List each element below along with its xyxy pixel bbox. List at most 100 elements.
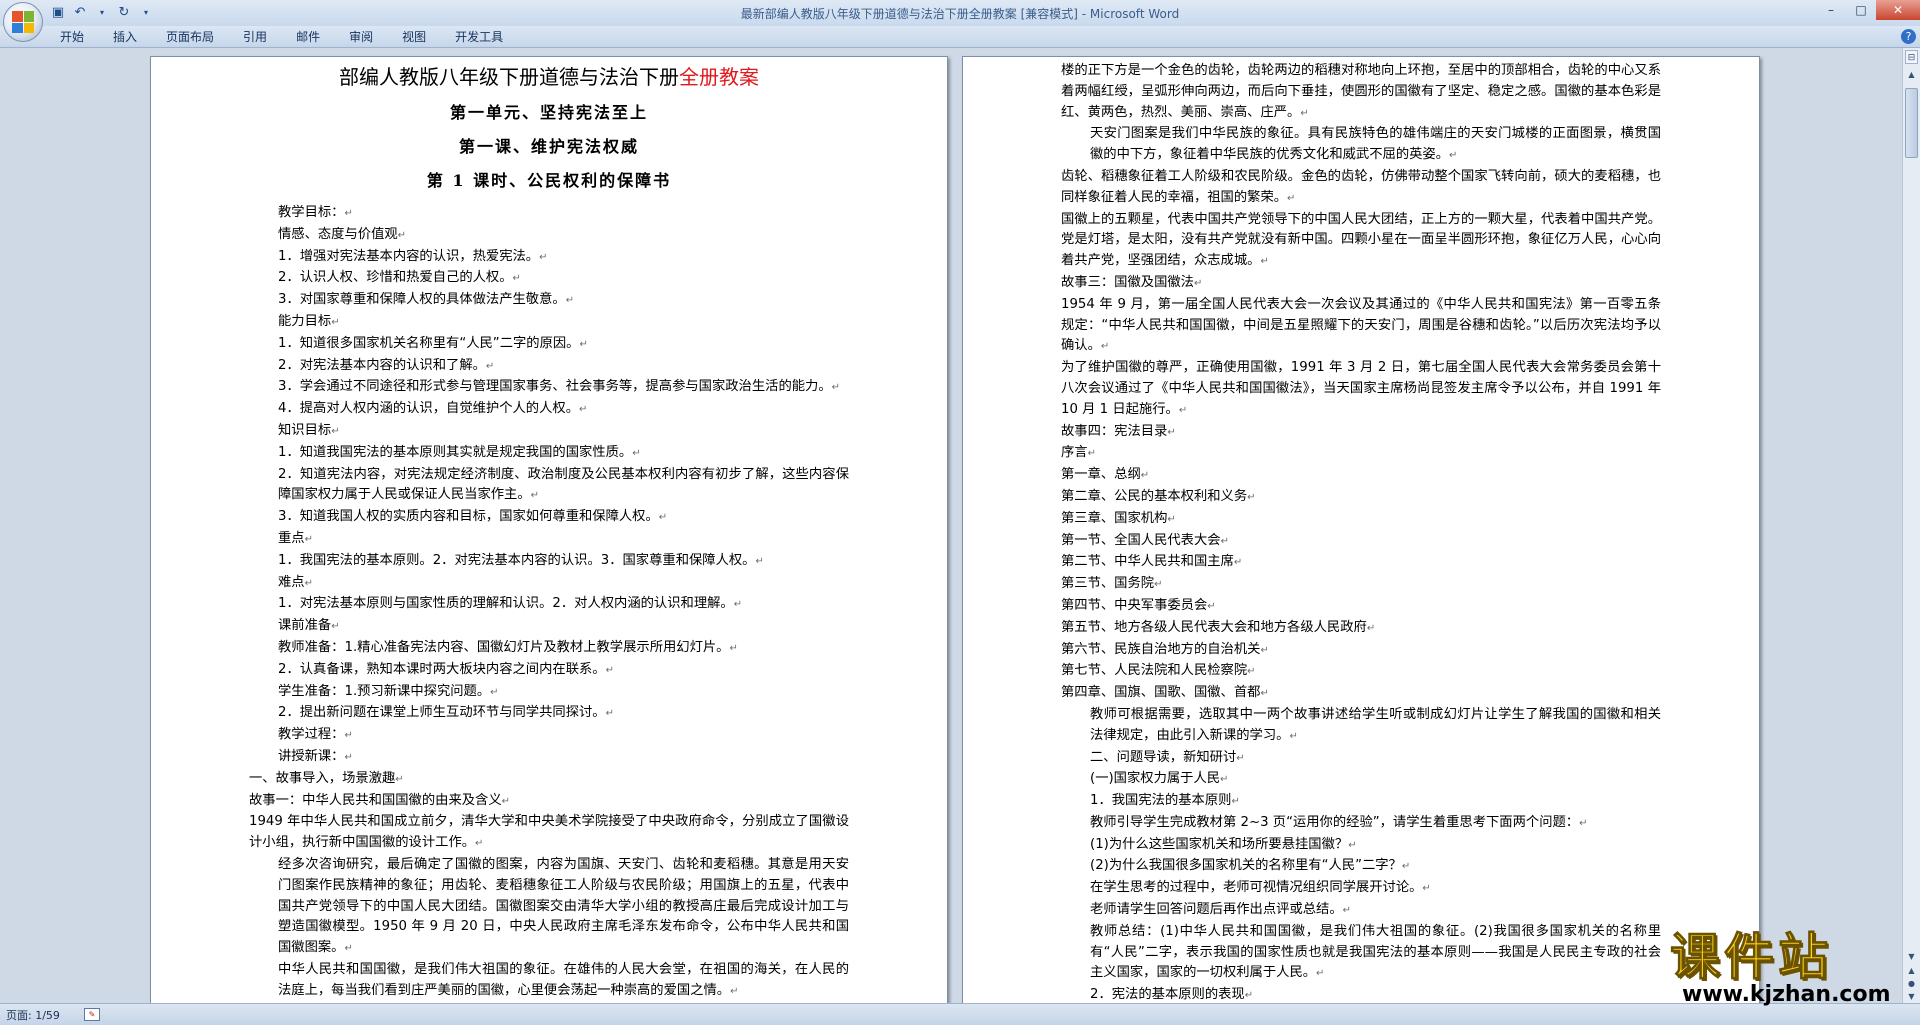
- paragraph-text: 国徽上的五颗星，代表中国共产党领导下的中国人民大团结，正上方的一颗大星，代表着中…: [1061, 211, 1661, 269]
- paragraph-text: 教师总结：(1)中华人民共和国国徽，是我们伟大祖国的象征。(2)我国很多国家机关…: [1090, 923, 1661, 981]
- paragraph-line: 2．知道宪法内容，对宪法规定经济制度、政治制度及公民基本权利内容有初步了解，这些…: [249, 465, 849, 508]
- document-page-1[interactable]: 部编人教版八年级下册道德与法治下册全册教案 第一单元、坚持宪法至上 第一课、维护…: [150, 56, 948, 1003]
- maximize-button[interactable]: □: [1846, 0, 1876, 20]
- paragraph-mark-icon: ↵: [733, 599, 743, 611]
- close-button[interactable]: ✕: [1876, 0, 1920, 20]
- paragraph-text: 2．认识人权、珍惜和热爱自己的人权。: [278, 270, 513, 286]
- previous-page-icon[interactable]: ▲: [1905, 964, 1918, 977]
- paragraph-mark-icon: ↵: [490, 686, 499, 698]
- tab-review[interactable]: 审阅: [349, 29, 387, 45]
- tab-insert[interactable]: 插入: [113, 29, 151, 45]
- paragraph-text: (一)国家权力属于人民: [1090, 771, 1221, 787]
- paragraph-line: 老师请学生回答问题后再作出点评或总结。↵: [1061, 900, 1661, 922]
- paragraph-mark-icon: ↵: [1231, 796, 1240, 808]
- paragraph-mark-icon: ↵: [1140, 470, 1150, 482]
- minimize-button[interactable]: –: [1816, 0, 1846, 20]
- paragraph-text: 老师请学生回答问题后再作出点评或总结。: [1090, 902, 1343, 918]
- view-ruler-icon[interactable]: ⊟: [1905, 50, 1918, 64]
- paragraph-mark-icon: ↵: [605, 708, 614, 720]
- paragraph-text: 故事四：宪法目录: [1061, 423, 1168, 439]
- office-logo-icon: [12, 11, 34, 33]
- scroll-up-icon[interactable]: ▲: [1905, 68, 1918, 81]
- paragraph-line: (1)为什么这些国家机关和场所要悬挂国徽？↵: [1061, 835, 1661, 857]
- paragraph-text: 1949 年中华人民共和国成立前夕，清华大学和中央美术学院接受了中央政府命令，分…: [249, 814, 849, 851]
- paragraph-line: 第三节、国务院↵: [1061, 574, 1661, 596]
- paragraph-text: 2．宪法的基本原则的表现: [1090, 987, 1245, 1003]
- paragraph-text: 在学生思考的过程中，老师可视情况组织同学展开讨论。: [1090, 880, 1423, 896]
- paragraph-line: 3．知道我国人权的实质内容和目标，国家如何尊重和保障人权。↵: [249, 507, 849, 529]
- paragraph-mark-icon: ↵: [729, 642, 738, 654]
- page-1-paragraphs: 教学目标：↵ 情感、态度与价值观↵ 1．增强对宪法基本内容的认识，热爱宪法。↵ 2．认…: [249, 203, 849, 1003]
- paragraph-mark-icon: ↵: [1244, 990, 1254, 1002]
- paragraph-mark-icon: ↵: [344, 751, 353, 763]
- paragraph-line: 第二节、中华人民共和国主席↵: [1061, 552, 1661, 574]
- title-red-part: 全册教案: [679, 65, 759, 89]
- next-page-icon[interactable]: ▼: [1905, 990, 1918, 1003]
- paragraph-line: 在学生思考的过程中，老师可视情况组织同学展开讨论。↵: [1061, 878, 1661, 900]
- paragraph-line: 1．对宪法基本原则与国家性质的理解和认识。2．对人权内涵的认识和理解。↵: [249, 594, 849, 616]
- paragraph-text: 1．知道我国宪法的基本原则其实就是规定我国的国家性质。: [278, 444, 633, 460]
- paragraph-line: 难点↵: [249, 573, 849, 595]
- paragraph-text: 课前准备: [278, 618, 332, 634]
- paragraph-line: 序言↵: [1061, 443, 1661, 465]
- tab-mailings[interactable]: 邮件: [296, 29, 334, 45]
- tab-references[interactable]: 引用: [243, 29, 281, 45]
- paragraph-text: 3．学会通过不同途径和形式参与管理国家事务、社会事务等，提高参与国家政治生活的能…: [278, 379, 832, 395]
- paragraph-mark-icon: ↵: [1167, 513, 1176, 525]
- window-title: 最新部编人教版八年级下册道德与法治下册全册教案 [兼容模式] - Microso…: [740, 7, 1180, 21]
- status-bar: 页面: 1/59 ✎: [0, 1003, 1920, 1025]
- paragraph-line: 3．学会通过不同途径和形式参与管理国家事务、社会事务等，提高参与国家政治生活的能…: [249, 377, 849, 399]
- tab-home[interactable]: 开始: [60, 29, 98, 45]
- browse-object-icon[interactable]: ●: [1905, 977, 1918, 990]
- tab-view[interactable]: 视图: [402, 29, 440, 45]
- paragraph-line: 故事四：宪法目录↵: [1061, 422, 1661, 444]
- paragraph-mark-icon: ↵: [755, 555, 764, 567]
- paragraph-line: 1954 年 9 月，第一届全国人民代表大会一次会议及其通过的《中华人民共和国宪…: [1061, 295, 1661, 358]
- lesson-heading: 第一课、维护宪法权威: [458, 137, 639, 156]
- paragraph-text: 第四节、中央军事委员会: [1061, 597, 1208, 613]
- paragraph-line: 2．认真备课，熟知本课时两大板块内容之间内在联系。↵: [249, 660, 849, 682]
- paragraph-mark-icon: ↵: [475, 838, 484, 850]
- paragraph-text: 1954 年 9 月，第一届全国人民代表大会一次会议及其通过的《中华人民共和国宪…: [1061, 296, 1661, 354]
- paragraph-line: 重点↵: [249, 529, 849, 551]
- proofing-status-icon[interactable]: ✎: [84, 1008, 100, 1021]
- vertical-scrollbar[interactable]: ⊟ ▲ ▼ ▲ ● ▼: [1902, 48, 1920, 1003]
- tab-developer[interactable]: 开发工具: [455, 29, 517, 45]
- paragraph-text: 第二节、中华人民共和国主席: [1061, 554, 1234, 570]
- paragraph-line: 第六节、民族自治地方的自治机关↵: [1061, 640, 1661, 662]
- paragraph-mark-icon: ↵: [1193, 277, 1203, 289]
- scrollbar-thumb[interactable]: [1905, 88, 1918, 158]
- paragraph-text: 第七节、人民法院和人民检察院: [1061, 663, 1248, 679]
- paragraph-mark-icon: ↵: [485, 360, 495, 372]
- paragraph-mark-icon: ↵: [344, 208, 353, 219]
- paragraph-mark-icon: ↵: [1287, 192, 1296, 204]
- ribbon-tabs: 开始 插入 页面布局 引用 邮件 审阅 视图 开发工具: [60, 29, 532, 45]
- paragraph-text: 序言: [1061, 445, 1088, 461]
- scroll-down-icon[interactable]: ▼: [1905, 950, 1918, 963]
- paragraph-mark-icon: ↵: [632, 447, 641, 459]
- ribbon-tab-bar: 开始 插入 页面布局 引用 邮件 审阅 视图 开发工具 ?: [0, 26, 1920, 48]
- page-count-status[interactable]: 页面: 1/59: [6, 1007, 60, 1023]
- paragraph-text: 二、问题导读，新知研讨: [1090, 749, 1237, 765]
- office-button[interactable]: [3, 2, 43, 42]
- paragraph-mark-icon: ↵: [1233, 557, 1243, 569]
- paragraph-mark-icon: ↵: [1247, 491, 1256, 503]
- paragraph-text: 知识目标: [278, 422, 332, 438]
- paragraph-text: 情感、态度与价值观: [278, 226, 398, 242]
- paragraph-line: 故事三：国徽及国徽法↵: [1061, 273, 1661, 295]
- paragraph-line: 第七节、人民法院和人民检察院↵: [1061, 661, 1661, 683]
- paragraph-mark-icon: ↵: [395, 773, 404, 785]
- paragraph-line: 1949 年中华人民共和国成立前夕，清华大学和中央美术学院接受了中央政府命令，分…: [249, 812, 849, 855]
- paragraph-text: 1．知道很多国家机关名称里有“人民”二字的原因。: [278, 335, 580, 351]
- paragraph-mark-icon: ↵: [579, 404, 588, 416]
- tab-page-layout[interactable]: 页面布局: [166, 29, 228, 45]
- paragraph-text: 教师可根据需要，选取其中一两个故事讲述给学生听或制成幻灯片让学生了解我国的国徽和…: [1090, 706, 1661, 743]
- paragraph-text: (2)为什么我国很多国家机关的名称里有“人民”二字？: [1090, 858, 1402, 874]
- paragraph-line: 讲授新课：↵: [249, 747, 849, 769]
- paragraph-mark-icon: ↵: [1236, 752, 1245, 764]
- paragraph-line: 2．提出新问题在课堂上师生互动环节与同学共同探讨。↵: [249, 703, 849, 725]
- paragraph-mark-icon: ↵: [331, 316, 340, 328]
- help-icon[interactable]: ?: [1901, 29, 1916, 44]
- document-page-2[interactable]: 楼的正下方是一个金色的齿轮，齿轮两边的稻穗对称地向上环抱，至居中的顶部相合，齿轮…: [962, 56, 1760, 1003]
- paragraph-line: 第三章、国家机构↵: [1061, 509, 1661, 531]
